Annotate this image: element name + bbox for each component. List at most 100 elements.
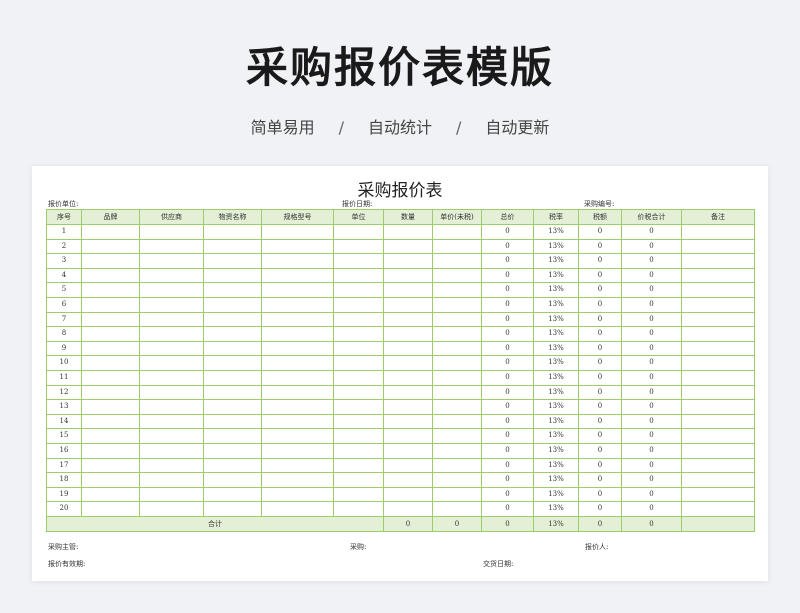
cell-total[interactable]: 0 [481,282,534,298]
cell-brand[interactable] [81,296,140,313]
cell-item-name[interactable] [203,355,262,371]
cell-sum[interactable]: 0 [621,413,682,430]
cell-spec[interactable] [261,296,334,313]
cell-qty[interactable] [383,501,433,517]
cell-sum[interactable]: 0 [621,457,682,474]
cell-brand[interactable] [81,486,140,503]
cell-tax[interactable]: 0 [578,355,622,371]
cell-total[interactable]: 0 [481,296,534,313]
cell-unit[interactable] [333,253,384,269]
cell-remark[interactable] [681,501,755,517]
cell-qty[interactable] [383,472,433,488]
cell-unit-price[interactable] [432,311,482,328]
cell-spec[interactable] [261,267,334,284]
cell-brand[interactable] [81,267,140,284]
cell-sum[interactable]: 0 [621,442,682,459]
cell-brand[interactable] [81,413,140,430]
cell-sum[interactable]: 0 [621,326,682,342]
cell-sum[interactable]: 0 [621,224,682,240]
cell-qty[interactable] [383,486,433,503]
cell-qty[interactable] [383,311,433,328]
cell-tax-rate[interactable]: 13% [533,238,579,255]
cell-item-name[interactable] [203,282,262,298]
cell-unit[interactable] [333,501,384,517]
cell-item-name[interactable] [203,442,262,459]
cell-supplier[interactable] [139,369,204,386]
cell-unit-price[interactable] [432,282,482,298]
cell-brand[interactable] [81,442,140,459]
cell-total[interactable]: 0 [481,428,534,444]
cell-total[interactable]: 0 [481,472,534,488]
cell-remark[interactable] [681,442,755,459]
cell-sum[interactable]: 0 [621,311,682,328]
cell-sum[interactable]: 0 [621,296,682,313]
cell-spec[interactable] [261,384,334,401]
cell-unit[interactable] [333,428,384,444]
cell-unit[interactable] [333,296,384,313]
cell-remark[interactable] [681,311,755,328]
cell-unit[interactable] [333,399,384,415]
cell-tax[interactable]: 0 [578,340,622,357]
cell-unit-price[interactable] [432,267,482,284]
cell-brand[interactable] [81,311,140,328]
cell-sum[interactable]: 0 [621,369,682,386]
cell-unit[interactable] [333,369,384,386]
cell-tax[interactable]: 0 [578,501,622,517]
cell-brand[interactable] [81,501,140,517]
cell-supplier[interactable] [139,253,204,269]
cell-item-name[interactable] [203,253,262,269]
totals-qty[interactable]: 0 [383,515,433,532]
cell-qty[interactable] [383,442,433,459]
cell-qty[interactable] [383,238,433,255]
cell-tax-rate[interactable]: 13% [533,413,579,430]
cell-unit-price[interactable] [432,369,482,386]
cell-tax-rate[interactable]: 13% [533,340,579,357]
cell-sum[interactable]: 0 [621,428,682,444]
cell-spec[interactable] [261,428,334,444]
cell-supplier[interactable] [139,282,204,298]
cell-tax-rate[interactable]: 13% [533,486,579,503]
cell-unit[interactable] [333,238,384,255]
cell-tax[interactable]: 0 [578,282,622,298]
cell-sum[interactable]: 0 [621,340,682,357]
cell-spec[interactable] [261,282,334,298]
cell-qty[interactable] [383,399,433,415]
cell-total[interactable]: 0 [481,501,534,517]
cell-total[interactable]: 0 [481,399,534,415]
cell-remark[interactable] [681,428,755,444]
cell-tax-rate[interactable]: 13% [533,428,579,444]
cell-spec[interactable] [261,355,334,371]
cell-item-name[interactable] [203,428,262,444]
cell-sum[interactable]: 0 [621,253,682,269]
cell-item-name[interactable] [203,340,262,357]
cell-item-name[interactable] [203,501,262,517]
cell-brand[interactable] [81,457,140,474]
cell-remark[interactable] [681,267,755,284]
cell-spec[interactable] [261,326,334,342]
cell-tax[interactable]: 0 [578,311,622,328]
cell-total[interactable]: 0 [481,326,534,342]
cell-unit-price[interactable] [432,428,482,444]
cell-spec[interactable] [261,501,334,517]
cell-spec[interactable] [261,253,334,269]
cell-brand[interactable] [81,369,140,386]
cell-remark[interactable] [681,413,755,430]
cell-unit-price[interactable] [432,238,482,255]
cell-brand[interactable] [81,384,140,401]
cell-sum[interactable]: 0 [621,486,682,503]
cell-spec[interactable] [261,369,334,386]
cell-supplier[interactable] [139,355,204,371]
cell-remark[interactable] [681,384,755,401]
cell-tax-rate[interactable]: 13% [533,224,579,240]
cell-item-name[interactable] [203,399,262,415]
cell-qty[interactable] [383,457,433,474]
cell-brand[interactable] [81,224,140,240]
cell-supplier[interactable] [139,326,204,342]
cell-qty[interactable] [383,428,433,444]
cell-item-name[interactable] [203,413,262,430]
cell-brand[interactable] [81,472,140,488]
cell-remark[interactable] [681,472,755,488]
cell-tax[interactable]: 0 [578,296,622,313]
cell-tax[interactable]: 0 [578,442,622,459]
cell-total[interactable]: 0 [481,253,534,269]
